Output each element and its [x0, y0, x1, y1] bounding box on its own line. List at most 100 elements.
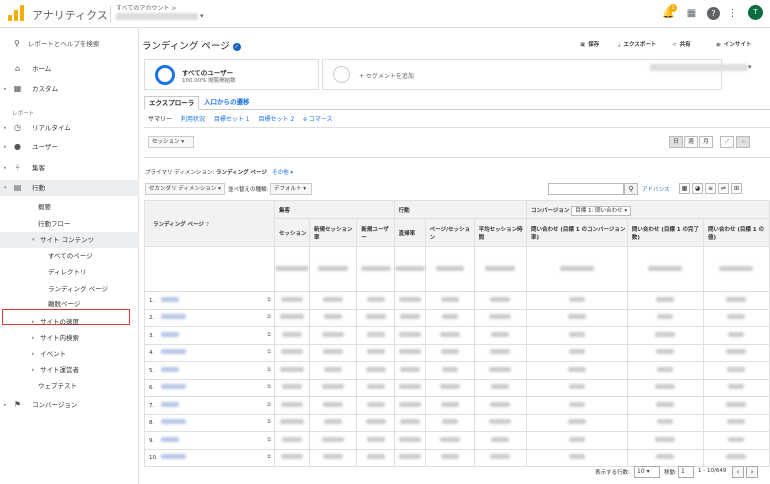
export-button[interactable]: ⤓ エクスポート — [618, 40, 656, 49]
chevron-down-icon[interactable]: ▾ — [748, 63, 752, 71]
sidebar-item-all-pages[interactable]: すべてのページ — [0, 248, 139, 264]
sidebar-item-site-search[interactable]: ▸ サイト内検索 — [0, 330, 139, 346]
landing-page-cell[interactable]: 1. ⧉ — [144, 291, 275, 310]
share-button[interactable]: < 共有 — [672, 40, 691, 48]
more-vert-icon[interactable]: ⋮ — [726, 7, 739, 20]
sidebar-item-behavior[interactable]: ▾ ▤ 行動 — [0, 180, 139, 196]
col-new-session-rate[interactable]: 新規セッション率 — [308, 218, 358, 247]
rows-per-page-select[interactable]: 10 ▾ — [634, 466, 660, 478]
line-chart-icon[interactable]: ⟋ — [720, 136, 734, 148]
motion-chart-icon[interactable]: ⁘ — [736, 136, 750, 148]
col-new-users[interactable]: 新規ユーザー — [356, 218, 395, 247]
table-row[interactable]: 2. ⧉ — [144, 308, 770, 327]
landing-page-cell[interactable]: 4. ⧉ — [144, 343, 275, 362]
open-link-icon[interactable]: ⧉ — [267, 367, 271, 374]
redacted-page-path[interactable] — [161, 314, 186, 320]
landing-page-cell[interactable]: 3. ⧉ — [144, 326, 275, 345]
tab-navigation[interactable]: 入口からの遷移 — [200, 96, 254, 110]
col-landing-page[interactable]: ランディング ページ ? — [144, 200, 275, 247]
landing-page-cell[interactable]: 9. ⧉ — [144, 431, 275, 450]
pie-view-icon[interactable]: ◕ — [692, 183, 703, 194]
search-icon[interactable]: ⚲ — [624, 183, 638, 195]
metric-dropdown[interactable]: セッション ▾ — [148, 136, 194, 148]
col-sessions[interactable]: セッション — [274, 218, 310, 247]
segment-all-users[interactable]: すべてのユーザー 100.00% 閲覧開始数 — [144, 59, 319, 90]
redacted-page-path[interactable] — [161, 366, 179, 372]
sidebar-item-realtime[interactable]: ▸ ◷ リアルタイム — [0, 120, 139, 136]
open-link-icon[interactable]: ⧉ — [267, 314, 271, 321]
table-view-icon[interactable]: ▦ — [679, 183, 690, 194]
open-link-icon[interactable]: ⧉ — [267, 384, 271, 391]
subtab-summary[interactable]: サマリー — [148, 116, 172, 123]
sidebar-item-conversions[interactable]: ▸ ⚑ コンバージョン — [0, 397, 139, 413]
help-icon[interactable]: ? — [707, 7, 720, 20]
sidebar-item-events[interactable]: ▸ イベント — [0, 346, 139, 362]
sidebar-item-users[interactable]: ▸ ● ユーザー — [0, 139, 139, 155]
comparison-view-icon[interactable]: ⇌ — [718, 183, 729, 194]
chevron-down-icon[interactable]: ▾ — [200, 12, 204, 20]
prev-page-icon[interactable]: ‹ — [732, 466, 744, 478]
redacted-page-path[interactable] — [161, 384, 186, 390]
open-link-icon[interactable]: ⧉ — [267, 297, 271, 304]
pivot-view-icon[interactable]: ⊞ — [731, 183, 742, 194]
goto-page-input[interactable]: 1 — [678, 466, 694, 478]
sidebar-item-landing[interactable]: ランディング ページ — [0, 281, 139, 297]
sidebar-search[interactable]: ⚲ レポートとヘルプを検索 — [14, 38, 99, 48]
table-row[interactable]: 10. ⧉ — [144, 448, 770, 467]
redacted-page-path[interactable] — [161, 296, 179, 302]
open-link-icon[interactable]: ⧉ — [267, 349, 271, 356]
redacted-page-path[interactable] — [161, 349, 186, 355]
open-link-icon[interactable]: ⧉ — [267, 332, 271, 339]
table-row[interactable]: 1. ⧉ — [144, 291, 770, 310]
col-avg-session-duration[interactable]: 平均セッション時間 — [473, 218, 527, 247]
table-row[interactable]: 7. ⧉ — [144, 396, 770, 415]
sidebar-item-experiments[interactable]: ウェブテスト — [0, 378, 139, 394]
landing-page-cell[interactable]: 6. ⧉ — [144, 378, 275, 397]
redacted-page-path[interactable] — [161, 401, 179, 407]
sidebar-item-home[interactable]: ⌂ ホーム — [0, 61, 139, 77]
tab-explorer[interactable]: エクスプローラ — [144, 96, 200, 110]
view-month-button[interactable]: 月 — [699, 136, 713, 148]
redacted-page-path[interactable] — [161, 419, 186, 425]
account-breadcrumb[interactable]: すべてのアカウント > — [116, 3, 176, 12]
subtab-ecommerce[interactable]: e コマース — [303, 116, 332, 123]
secondary-dimension-dropdown[interactable]: セカンダリ ディメンション ▾ — [145, 183, 225, 195]
open-link-icon[interactable]: ⧉ — [267, 437, 271, 444]
col-pages-per-session[interactable]: ページ/セッション — [424, 218, 475, 247]
landing-page-cell[interactable]: 5. ⧉ — [144, 361, 275, 380]
advanced-filter-link[interactable]: アドバンス — [642, 185, 670, 193]
avatar[interactable]: T — [748, 5, 763, 20]
redacted-page-path[interactable] — [161, 454, 186, 460]
insights-button[interactable]: ◉ インサイト — [716, 40, 751, 48]
sidebar-item-custom[interactable]: ▸ ▦ カスタム — [0, 81, 139, 97]
sidebar-item-flow[interactable]: 行動フロー — [0, 216, 139, 232]
sidebar-item-site-content[interactable]: ▾ サイト コンテンツ — [0, 232, 139, 248]
sidebar-item-acquisition[interactable]: ▸ ⑂ 集客 — [0, 160, 139, 176]
next-page-icon[interactable]: › — [746, 466, 758, 478]
sort-type-dropdown[interactable]: デフォルト ▾ — [270, 183, 312, 195]
performance-view-icon[interactable]: ≡ — [705, 183, 716, 194]
other-dimension-link[interactable]: その他 ▾ — [272, 170, 293, 176]
col-bounce-rate[interactable]: 直帰率 — [393, 218, 426, 247]
landing-page-cell[interactable]: 8. ⧉ — [144, 413, 275, 432]
subtab-goal-set-2[interactable]: 目標セット 2 — [259, 116, 295, 123]
date-range-redacted[interactable] — [650, 64, 748, 71]
table-row[interactable]: 6. ⧉ — [144, 378, 770, 397]
save-button[interactable]: ▣ 保存 — [580, 40, 599, 48]
redacted-page-path[interactable] — [161, 436, 179, 442]
table-search-input[interactable] — [548, 183, 624, 195]
sidebar-item-directory[interactable]: ディレクトリ — [0, 264, 139, 280]
account-name-redacted[interactable] — [116, 13, 198, 20]
open-link-icon[interactable]: ⧉ — [267, 402, 271, 409]
goal-dropdown[interactable]: 目標 1: 問い合わせ ▾ — [571, 205, 632, 216]
col-goal1-completions[interactable]: 問い合わせ (目標 1 の完了数) — [626, 218, 704, 247]
subtab-goal-set-1[interactable]: 目標セット 1 — [214, 116, 250, 123]
landing-page-cell[interactable]: 2. ⧉ — [144, 308, 275, 327]
table-row[interactable]: 5. ⧉ — [144, 361, 770, 380]
sidebar-item-publisher[interactable]: ▸ サイト運営者 — [0, 362, 139, 378]
table-row[interactable]: 9. ⧉ — [144, 431, 770, 450]
view-week-button[interactable]: 週 — [684, 136, 698, 148]
table-row[interactable]: 4. ⧉ — [144, 343, 770, 362]
view-day-button[interactable]: 日 — [669, 136, 683, 148]
table-row[interactable]: 3. ⧉ — [144, 326, 770, 345]
